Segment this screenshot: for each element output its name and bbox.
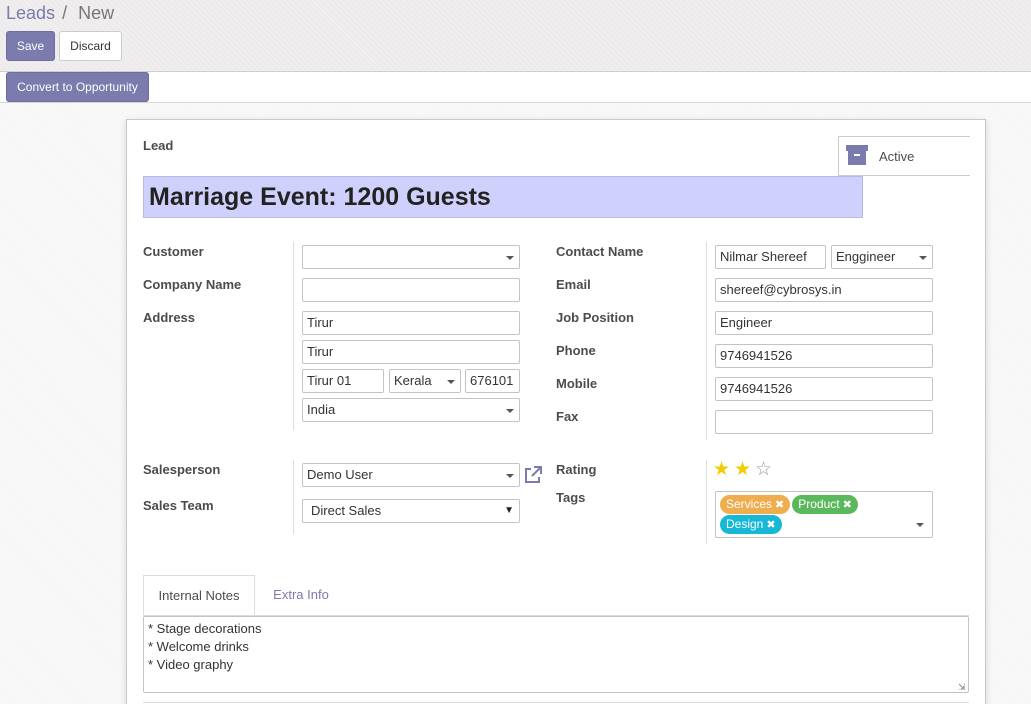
tag-remove-icon[interactable]: ✖ <box>766 519 775 531</box>
sales-team-value: Direct Sales <box>311 503 382 518</box>
chevron-down-icon: ▼ <box>504 505 514 516</box>
control-panel: Leads / New Save Discard <box>0 0 1031 72</box>
external-link-icon[interactable] <box>523 465 543 485</box>
star-filled-icon[interactable]: ★ <box>734 460 751 479</box>
zip-input[interactable]: 676101 <box>465 369 520 393</box>
state-select[interactable]: Kerala <box>389 369 461 393</box>
mobile-input[interactable]: 9746941526 <box>715 377 933 401</box>
fax-input[interactable] <box>715 410 933 434</box>
rating-label: Rating <box>556 462 597 477</box>
tag-label: Product <box>798 497 840 511</box>
city-input[interactable]: Tirur 01 <box>302 369 384 393</box>
contact-title-value: Enggineer <box>836 249 896 264</box>
contact-title-select[interactable]: Enggineer <box>831 245 933 269</box>
phone-label: Phone <box>556 343 596 358</box>
company-name-label: Company Name <box>143 277 242 292</box>
country-select[interactable]: India <box>302 398 520 422</box>
contact-name-label: Contact Name <box>556 244 644 259</box>
state-value: Kerala <box>394 373 432 388</box>
email-input[interactable]: shereef@cybrosys.in <box>715 278 933 302</box>
contact-name-input[interactable]: Nilmar Shereef <box>715 245 826 269</box>
internal-notes-textarea[interactable]: * Stage decorations * Welcome drinks * V… <box>143 616 969 693</box>
active-toggle-button[interactable]: Active <box>838 136 970 176</box>
job-position-label: Job Position <box>556 310 634 325</box>
star-empty-icon[interactable]: ☆ <box>755 460 772 479</box>
breadcrumb-leads-link[interactable]: Leads <box>6 3 55 23</box>
street2-input[interactable]: Tirur <box>302 340 520 364</box>
form-sheet: Lead Active Marriage Event: 1200 Guests … <box>126 119 986 704</box>
statusbar: Convert to Opportunity <box>0 72 1031 103</box>
tag-remove-icon[interactable]: ✖ <box>843 499 852 511</box>
salesperson-select[interactable]: Demo User <box>302 463 520 487</box>
archive-icon <box>846 145 868 165</box>
fax-label: Fax <box>556 409 579 424</box>
tag-label: Services <box>726 497 773 511</box>
resize-handle-icon[interactable]: ⇲ <box>958 682 966 693</box>
street-input[interactable]: Tirur <box>302 311 520 335</box>
lead-title-input[interactable]: Marriage Event: 1200 Guests <box>143 176 863 218</box>
tags-label: Tags <box>556 490 586 505</box>
customer-select[interactable] <box>302 245 520 269</box>
rating-stars[interactable]: ★ ★ ☆ <box>713 460 783 482</box>
sales-group-divider <box>293 460 294 534</box>
customer-label: Customer <box>143 244 204 259</box>
star-filled-icon[interactable]: ★ <box>713 460 730 479</box>
sales-team-select[interactable]: Direct Sales ▼ <box>302 499 520 523</box>
discard-button[interactable]: Discard <box>59 31 122 61</box>
right-group-divider <box>706 242 707 440</box>
lead-label: Lead <box>143 138 174 153</box>
phone-input[interactable]: 9746941526 <box>715 344 933 368</box>
tags-field[interactable]: Services ✖ Product ✖ Design ✖ <box>715 491 933 538</box>
notes-bottom-line <box>143 702 969 703</box>
company-name-input[interactable] <box>302 278 520 302</box>
address-label: Address <box>143 310 196 325</box>
tag-list: Services ✖ Product ✖ Design ✖ <box>720 494 910 534</box>
tag-badge: Services ✖ <box>720 495 791 514</box>
convert-to-opportunity-button[interactable]: Convert to Opportunity <box>6 72 149 102</box>
active-label: Active <box>879 149 915 164</box>
save-button[interactable]: Save <box>6 31 55 61</box>
salesperson-label: Salesperson <box>143 462 221 477</box>
breadcrumb-separator: / <box>62 3 68 23</box>
country-value: India <box>307 402 336 417</box>
tab-extra-info[interactable]: Extra Info <box>261 575 341 615</box>
sales-team-label: Sales Team <box>143 498 214 513</box>
tag-label: Design <box>726 517 764 531</box>
tag-badge: Design ✖ <box>720 515 782 534</box>
mobile-label: Mobile <box>556 376 598 391</box>
email-label: Email <box>556 277 591 292</box>
tab-internal-notes[interactable]: Internal Notes <box>143 575 255 615</box>
breadcrumb: Leads / New <box>6 3 114 24</box>
tag-badge: Product ✖ <box>792 495 858 514</box>
rating-group-divider <box>706 460 707 544</box>
left-group-divider <box>293 242 294 430</box>
job-position-input[interactable]: Engineer <box>715 311 933 335</box>
breadcrumb-current: New <box>78 3 115 23</box>
salesperson-value: Demo User <box>307 467 373 482</box>
tag-remove-icon[interactable]: ✖ <box>775 499 784 511</box>
